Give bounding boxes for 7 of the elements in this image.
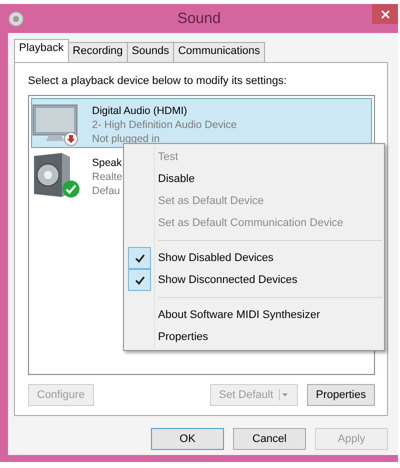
device-status: Defau [92, 184, 122, 198]
device-description: 2- High Definition Audio Device [92, 118, 237, 132]
device-name: Speak [92, 156, 122, 170]
window-title: Sound [177, 10, 221, 27]
device-name: Digital Audio (HDMI) [92, 104, 188, 118]
device-description: Realte [92, 170, 122, 184]
instruction-text: Select a playback device below to modify its settings: [28, 75, 288, 87]
